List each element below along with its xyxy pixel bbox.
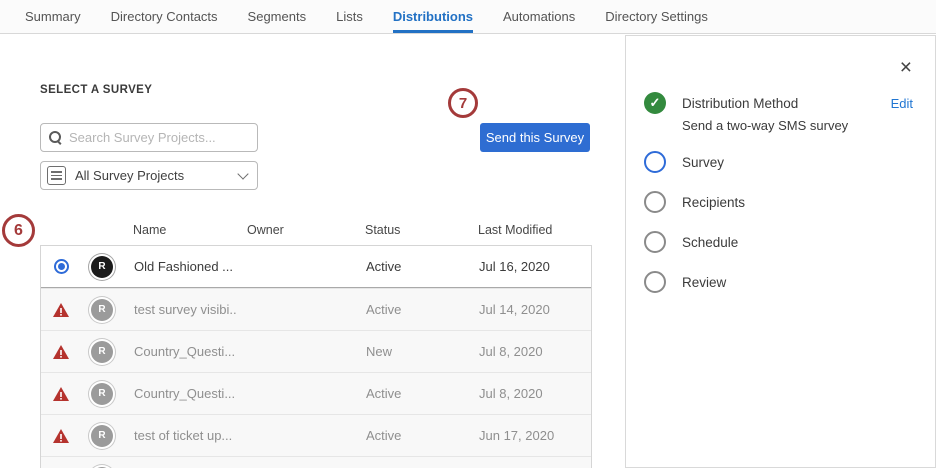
survey-modified-date: Jul 16, 2020 — [468, 259, 591, 274]
survey-status: Active — [355, 259, 468, 274]
column-header-status: Status — [354, 223, 467, 237]
column-header-name: Name — [122, 223, 236, 237]
warning-icon — [53, 387, 69, 401]
tab-label: Distributions — [393, 9, 473, 24]
survey-name: test of ticket up... — [123, 428, 237, 443]
avatar: R — [91, 383, 113, 405]
send-this-survey-button[interactable]: Send this Survey — [480, 123, 590, 152]
survey-status: Active — [355, 428, 468, 443]
step-label: Recipients — [682, 195, 745, 210]
distribution-wizard-panel: × ✓ Distribution Method Edit Send a two-… — [625, 35, 936, 468]
directory-tab[interactable]: Distributions — [393, 0, 473, 33]
list-filter-icon — [47, 166, 66, 185]
directory-tab[interactable]: Segments — [248, 0, 307, 33]
directory-tab[interactable]: Directory Contacts — [111, 0, 218, 33]
radio-selected-icon[interactable] — [54, 259, 69, 274]
step-label: Survey — [682, 155, 724, 170]
table-row[interactable]: R Country_Questi... New Jul 8, 2020 — [41, 330, 591, 372]
annotation-step-6: 6 — [2, 214, 35, 247]
wizard-step[interactable]: ✓ Schedule — [644, 231, 913, 253]
avatar: R — [91, 425, 113, 447]
survey-name: Country_Questi... — [123, 386, 237, 401]
column-header-modified: Last Modified — [467, 223, 592, 237]
directory-tab[interactable]: Lists — [336, 0, 363, 33]
tab-label: Directory Settings — [605, 9, 708, 24]
warning-icon — [53, 345, 69, 359]
distributions-screen: Summary Directory Contacts Segments List… — [0, 0, 936, 468]
table-row[interactable]: R create a ticket New Jun 17, 2020 — [41, 456, 591, 468]
close-icon[interactable]: × — [900, 57, 912, 78]
table-row[interactable]: R test survey visibi... Active Jul 14, 2… — [41, 288, 591, 330]
directory-tab[interactable]: Summary — [25, 0, 81, 33]
warning-icon — [53, 303, 69, 317]
select-survey-panel: SELECT A SURVEY All Survey Projects Send… — [0, 34, 620, 468]
annotation-step-7: 7 — [448, 88, 478, 118]
survey-name: test survey visibi... — [123, 302, 237, 317]
tab-label: Lists — [336, 9, 363, 24]
table-row[interactable]: R Old Fashioned ... Active Jul 16, 2020 — [41, 246, 591, 288]
step-status-icon: ✓ — [644, 92, 666, 114]
avatar: R — [91, 256, 113, 278]
tab-label: Automations — [503, 9, 575, 24]
survey-modified-date: Jun 17, 2020 — [468, 428, 591, 443]
tab-label: Directory Contacts — [111, 9, 218, 24]
step-label: Schedule — [682, 235, 738, 250]
edit-link[interactable]: Edit — [891, 96, 913, 111]
chevron-down-icon — [237, 168, 248, 179]
avatar: R — [91, 341, 113, 363]
wizard-steps: ✓ Distribution Method Edit Send a two-wa… — [626, 36, 935, 293]
table-header-row: Name Owner Status Last Modified — [40, 214, 592, 245]
directory-tab[interactable]: Directory Settings — [605, 0, 708, 33]
step-label: Distribution Method — [682, 96, 798, 111]
step-status-icon: ✓ — [644, 231, 666, 253]
survey-status: Active — [355, 386, 468, 401]
wizard-step[interactable]: ✓ Review — [644, 271, 913, 293]
table-row[interactable]: R test of ticket up... Active Jun 17, 20… — [41, 414, 591, 456]
step-status-icon: ✓ — [644, 271, 666, 293]
filter-selected-value: All Survey Projects — [75, 168, 230, 183]
project-filter-dropdown[interactable]: All Survey Projects — [40, 161, 258, 190]
tab-label: Summary — [25, 9, 81, 24]
panel-heading: SELECT A SURVEY — [40, 84, 152, 96]
survey-status: New — [355, 344, 468, 359]
step-label: Review — [682, 275, 726, 290]
wizard-step[interactable]: ✓ Distribution Method Edit Send a two-wa… — [644, 92, 913, 133]
search-input[interactable] — [69, 130, 249, 145]
survey-name: Country_Questi... — [123, 344, 237, 359]
column-header-owner: Owner — [236, 223, 354, 237]
directory-tab-bar: Summary Directory Contacts Segments List… — [0, 0, 936, 34]
survey-table: Name Owner Status Last Modified — [40, 214, 592, 468]
survey-search-box[interactable] — [40, 123, 258, 152]
survey-status: Active — [355, 302, 468, 317]
warning-icon — [53, 429, 69, 443]
tab-label: Segments — [248, 9, 307, 24]
survey-modified-date: Jul 8, 2020 — [468, 344, 591, 359]
table-body: R Old Fashioned ... Active Jul 16, 2020 — [40, 245, 592, 468]
table-row[interactable]: R Country_Questi... Active Jul 8, 2020 — [41, 372, 591, 414]
wizard-step[interactable]: ✓ Recipients — [644, 191, 913, 213]
search-icon — [49, 131, 62, 144]
step-status-icon: ✓ — [644, 151, 666, 173]
survey-name: Old Fashioned ... — [123, 259, 237, 274]
survey-modified-date: Jul 8, 2020 — [468, 386, 591, 401]
directory-tab[interactable]: Automations — [503, 0, 575, 33]
step-status-icon: ✓ — [644, 191, 666, 213]
avatar: R — [91, 299, 113, 321]
survey-modified-date: Jul 14, 2020 — [468, 302, 591, 317]
wizard-step[interactable]: ✓ Survey — [644, 151, 913, 173]
step-description: Send a two-way SMS survey — [682, 118, 913, 133]
